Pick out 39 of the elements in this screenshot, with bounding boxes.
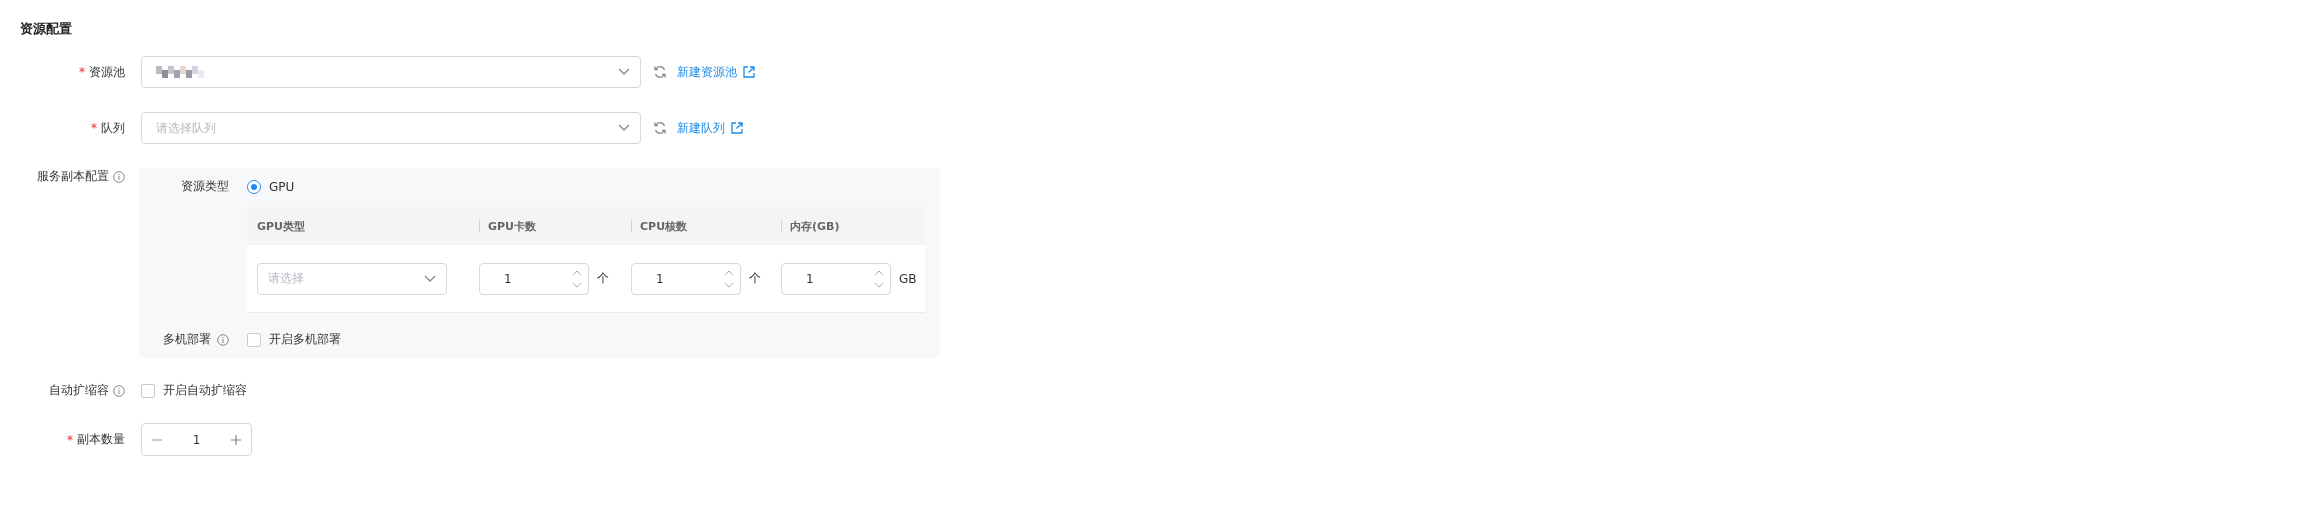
create-link[interactable]: 新建队列 [677, 119, 743, 137]
unit-label: 个 [597, 270, 609, 287]
unit-label: 个 [749, 270, 761, 287]
field-label: 资源类型 [181, 178, 229, 195]
radio-option[interactable]: GPU [247, 179, 295, 194]
number-stepper[interactable]: 1 [141, 423, 252, 456]
column-header: 内存(GB) [790, 218, 840, 234]
chevron-down-icon [618, 68, 630, 76]
required-mark: * [67, 432, 73, 447]
field-label: 队列 [101, 119, 125, 137]
chevron-down-icon [424, 274, 436, 283]
info-icon [113, 170, 125, 183]
info-icon [113, 384, 125, 397]
column-header: GPU类型 [257, 218, 306, 234]
external-link-icon [731, 122, 743, 134]
number-field[interactable]: 1 [781, 262, 891, 295]
required-mark: * [79, 65, 85, 79]
create-link[interactable]: 新建资源池 [677, 63, 755, 81]
field-label: 服务副本配置 [37, 168, 109, 185]
number-field[interactable]: 1 [479, 262, 589, 295]
section-title: 资源配置 [20, 20, 72, 38]
number-field[interactable]: 1 [631, 262, 741, 295]
checkbox[interactable]: 开启自动扩缩容 [141, 382, 247, 399]
info-icon [217, 333, 229, 346]
plus-icon[interactable] [231, 434, 241, 445]
unit-label: GB [899, 271, 917, 286]
field-label: 副本数量 [77, 431, 125, 448]
refresh-icon[interactable] [653, 65, 667, 79]
refresh-icon[interactable] [653, 121, 667, 135]
external-link-icon [743, 66, 755, 78]
required-mark: * [91, 121, 97, 135]
field-label: 资源池 [89, 63, 125, 81]
checkbox[interactable]: 开启多机部署 [247, 331, 341, 348]
field-label: 多机部署 [163, 331, 211, 348]
field-label: 自动扩缩容 [49, 382, 109, 399]
chevron-down-icon [618, 124, 630, 132]
select-field[interactable] [141, 56, 641, 88]
column-header: CPU核数 [640, 218, 688, 234]
column-header: GPU卡数 [488, 218, 537, 234]
